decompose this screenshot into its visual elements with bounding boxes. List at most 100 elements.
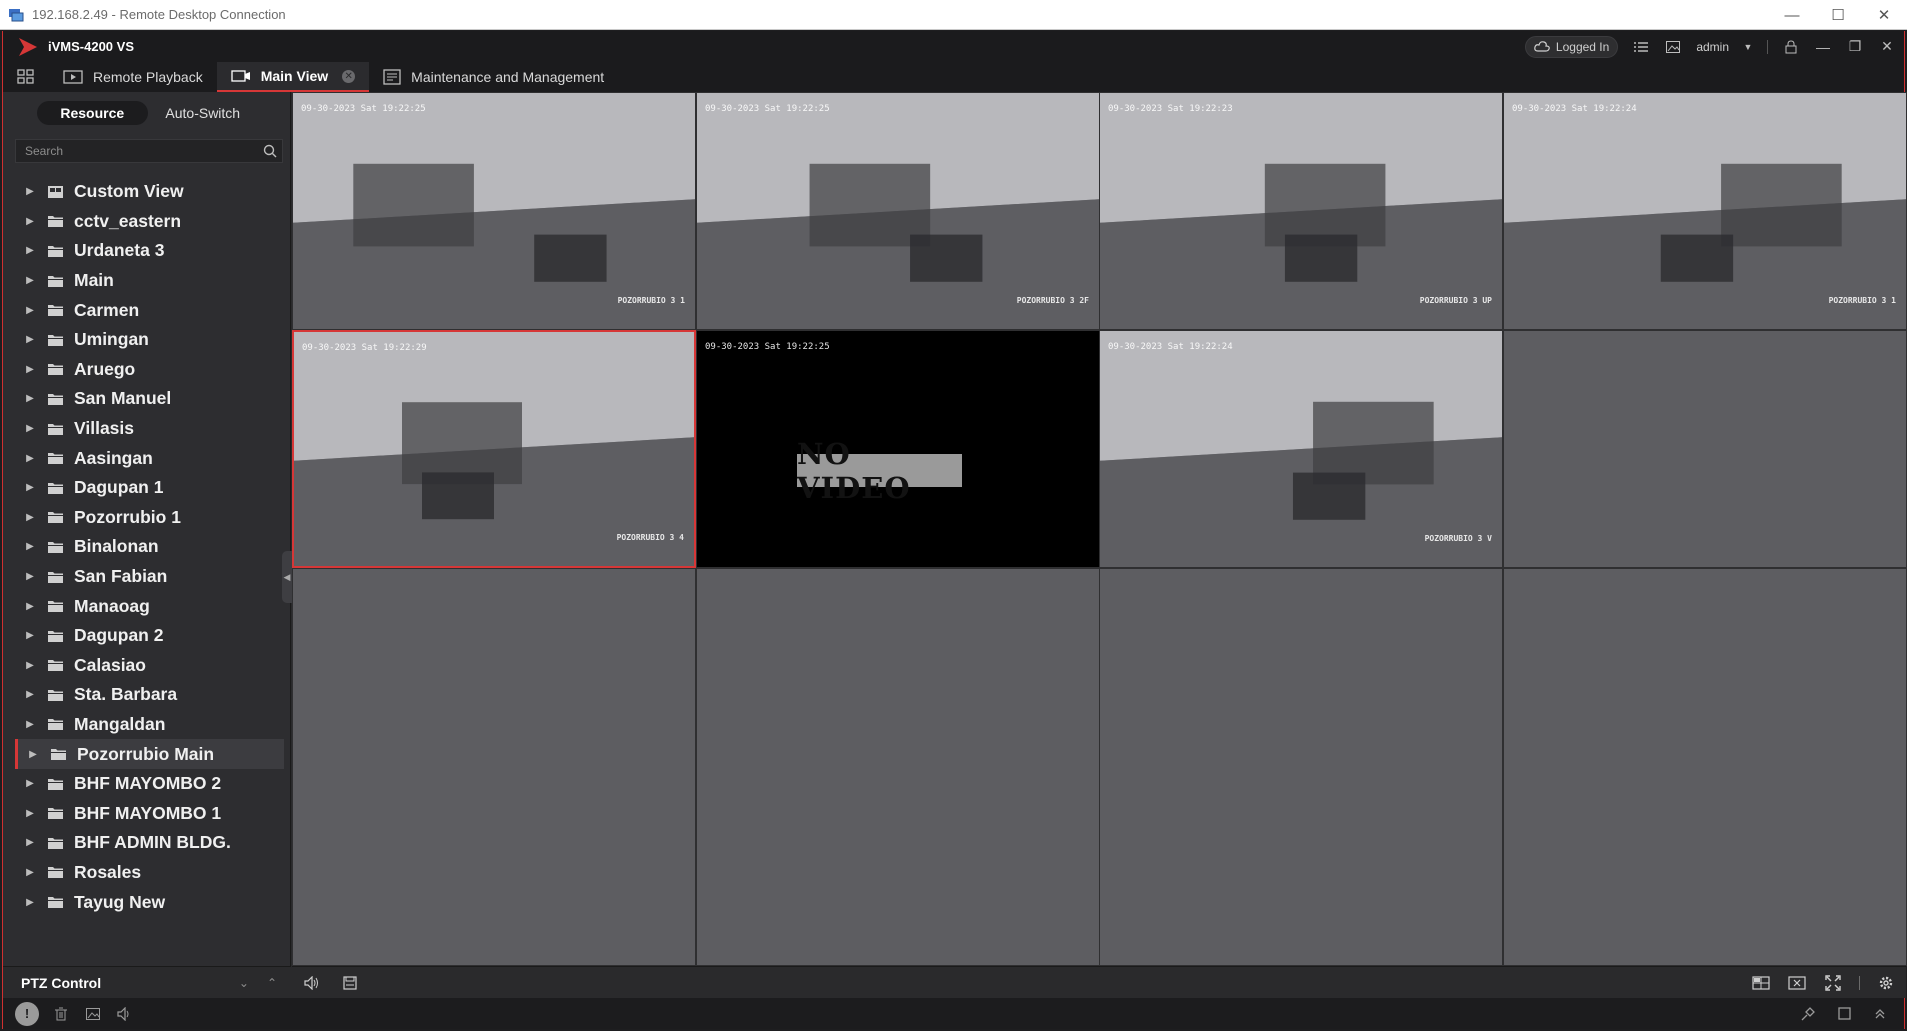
tree-item[interactable]: ▶ Rosales [15,858,284,888]
empty-video-cell[interactable] [696,568,1100,966]
expand-arrow-icon[interactable]: ▶ [15,334,45,345]
expand-arrow-icon[interactable]: ▶ [18,749,48,760]
expand-arrow-icon[interactable]: ▶ [15,867,45,878]
close-tab-icon[interactable]: ✕ [342,69,356,83]
tree-item[interactable]: ▶ Custom View [15,177,284,207]
expand-arrow-icon[interactable]: ▶ [15,393,45,404]
tab-remote-playback[interactable]: Remote Playback [49,62,217,92]
video-cell[interactable]: 09-30-2023 Sat 19:22:24 POZORRUBIO 3 1 [1503,92,1907,330]
window-division-icon[interactable] [1751,973,1771,993]
gear-icon[interactable] [1876,973,1896,993]
tree-item[interactable]: ▶ Dagupan 2 [15,621,284,651]
segment-auto-switch[interactable]: Auto-Switch [148,101,259,125]
expand-arrow-icon[interactable]: ▶ [15,778,45,789]
tree-item[interactable]: ▶ Dagupan 1 [15,473,284,503]
tree-item[interactable]: ▶ Aruego [15,355,284,385]
empty-video-cell[interactable] [292,568,696,966]
close-button[interactable]: ✕ [1861,0,1907,30]
tree-item[interactable]: ▶ Mangaldan [15,710,284,740]
sound-icon[interactable] [115,1004,135,1024]
tree-item[interactable]: ▶ cctv_eastern [15,207,284,237]
tree-item[interactable]: ▶ Carmen [15,295,284,325]
tree-item[interactable]: ▶ Aasingan [15,443,284,473]
tab-main-view[interactable]: Main View ✕ [216,62,370,92]
expand-arrow-icon[interactable]: ▶ [15,630,45,641]
expand-arrow-icon[interactable]: ▶ [15,897,45,908]
expand-arrow-icon[interactable]: ▶ [15,571,45,582]
close-app-button[interactable]: ✕ [1878,38,1896,56]
expand-arrow-icon[interactable]: ▶ [15,808,45,819]
search-input[interactable] [25,144,258,158]
tree-item[interactable]: ▶ Main [15,266,284,296]
chevron-up-icon[interactable]: ⌃ [267,976,277,990]
control-panel-icon[interactable] [17,69,35,85]
tree-item[interactable]: ▶ Calasiao [15,651,284,681]
tree-item[interactable]: ▶ Sta. Barbara [15,680,284,710]
chevron-down-icon[interactable]: ⌄ [239,976,249,990]
minimize-button[interactable]: — [1769,0,1815,30]
expand-arrow-icon[interactable]: ▶ [15,482,45,493]
expand-arrow-icon[interactable]: ▶ [15,689,45,700]
tree-item[interactable]: ▶ Pozorrubio Main [15,739,284,769]
tree-item[interactable]: ▶ Villasis [15,414,284,444]
expand-arrow-icon[interactable]: ▶ [15,837,45,848]
window-icon[interactable] [1834,1004,1854,1024]
expand-arrow-icon[interactable]: ▶ [15,245,45,256]
expand-arrow-icon[interactable]: ▶ [15,719,45,730]
tree-item[interactable]: ▶ Binalonan [15,532,284,562]
login-status[interactable]: Logged In [1524,35,1619,58]
chevron-down-icon[interactable]: ▼ [1743,38,1753,56]
expand-arrow-icon[interactable]: ▶ [15,512,45,523]
empty-video-cell[interactable] [1503,568,1907,966]
picture-icon[interactable] [1664,38,1682,56]
video-cell[interactable]: 09-30-2023 Sat 19:22:29 POZORRUBIO 3 4 [292,330,696,568]
empty-video-cell[interactable] [1099,568,1503,966]
expand-arrow-icon[interactable]: ▶ [15,186,45,197]
tab-maintenance[interactable]: Maintenance and Management [369,62,618,92]
video-cell[interactable]: 09-30-2023 Sat 19:22:25 NO VIDEO [696,330,1100,568]
empty-video-cell[interactable] [1503,330,1907,568]
search-icon[interactable] [258,140,282,162]
maximize-button[interactable]: ☐ [1815,0,1861,30]
lock-icon[interactable] [1782,38,1800,56]
expand-arrow-icon[interactable]: ▶ [15,364,45,375]
pin-icon[interactable] [1798,1004,1818,1024]
stop-all-icon[interactable] [1787,973,1807,993]
expand-arrow-icon[interactable]: ▶ [15,275,45,286]
tree-item[interactable]: ▶ Manaoag [15,591,284,621]
task-list-icon[interactable] [1632,38,1650,56]
expand-arrow-icon[interactable]: ▶ [15,423,45,434]
segment-resource[interactable]: Resource [37,101,148,125]
tree-item[interactable]: ▶ BHF ADMIN BLDG. [15,828,284,858]
expand-arrow-icon[interactable]: ▶ [15,660,45,671]
fullscreen-icon[interactable] [1823,973,1843,993]
sidebar-collapse-handle[interactable]: ◀ [282,551,292,603]
save-view-icon[interactable] [340,973,360,993]
ptz-control-bar[interactable]: PTZ Control ⌄ ⌃ [3,966,291,998]
tree-item[interactable]: ▶ San Manuel [15,384,284,414]
minimize-app-button[interactable]: — [1814,38,1832,56]
video-cell[interactable]: 09-30-2023 Sat 19:22:24 POZORRUBIO 3 V [1099,330,1503,568]
expand-arrow-icon[interactable]: ▶ [15,541,45,552]
video-cell[interactable]: 09-30-2023 Sat 19:22:23 POZORRUBIO 3 UP [1099,92,1503,330]
expand-arrow-icon[interactable]: ▶ [15,216,45,227]
expand-arrow-icon[interactable]: ▶ [15,453,45,464]
video-cell[interactable]: 09-30-2023 Sat 19:22:25 POZORRUBIO 3 1 [292,92,696,330]
tree-item[interactable]: ▶ Umingan [15,325,284,355]
volume-icon[interactable] [302,973,322,993]
tree-item[interactable]: ▶ BHF MAYOMBO 2 [15,769,284,799]
trash-icon[interactable] [51,1004,71,1024]
picture-icon[interactable] [83,1004,103,1024]
tree-item[interactable]: ▶ San Fabian [15,562,284,592]
expand-arrow-icon[interactable]: ▶ [15,601,45,612]
restore-app-button[interactable]: ❐ [1846,38,1864,56]
user-name[interactable]: admin [1696,40,1729,54]
tree-item[interactable]: ▶ Pozorrubio 1 [15,503,284,533]
video-cell[interactable]: 09-30-2023 Sat 19:22:25 POZORRUBIO 3 2F [696,92,1100,330]
tree-item[interactable]: ▶ Urdaneta 3 [15,236,284,266]
tree-item[interactable]: ▶ Tayug New [15,887,284,917]
tree-item[interactable]: ▶ BHF MAYOMBO 1 [15,798,284,828]
alarm-icon[interactable]: ! [15,1001,39,1026]
expand-arrow-icon[interactable]: ▶ [15,305,45,316]
expand-up-icon[interactable] [1870,1004,1890,1024]
